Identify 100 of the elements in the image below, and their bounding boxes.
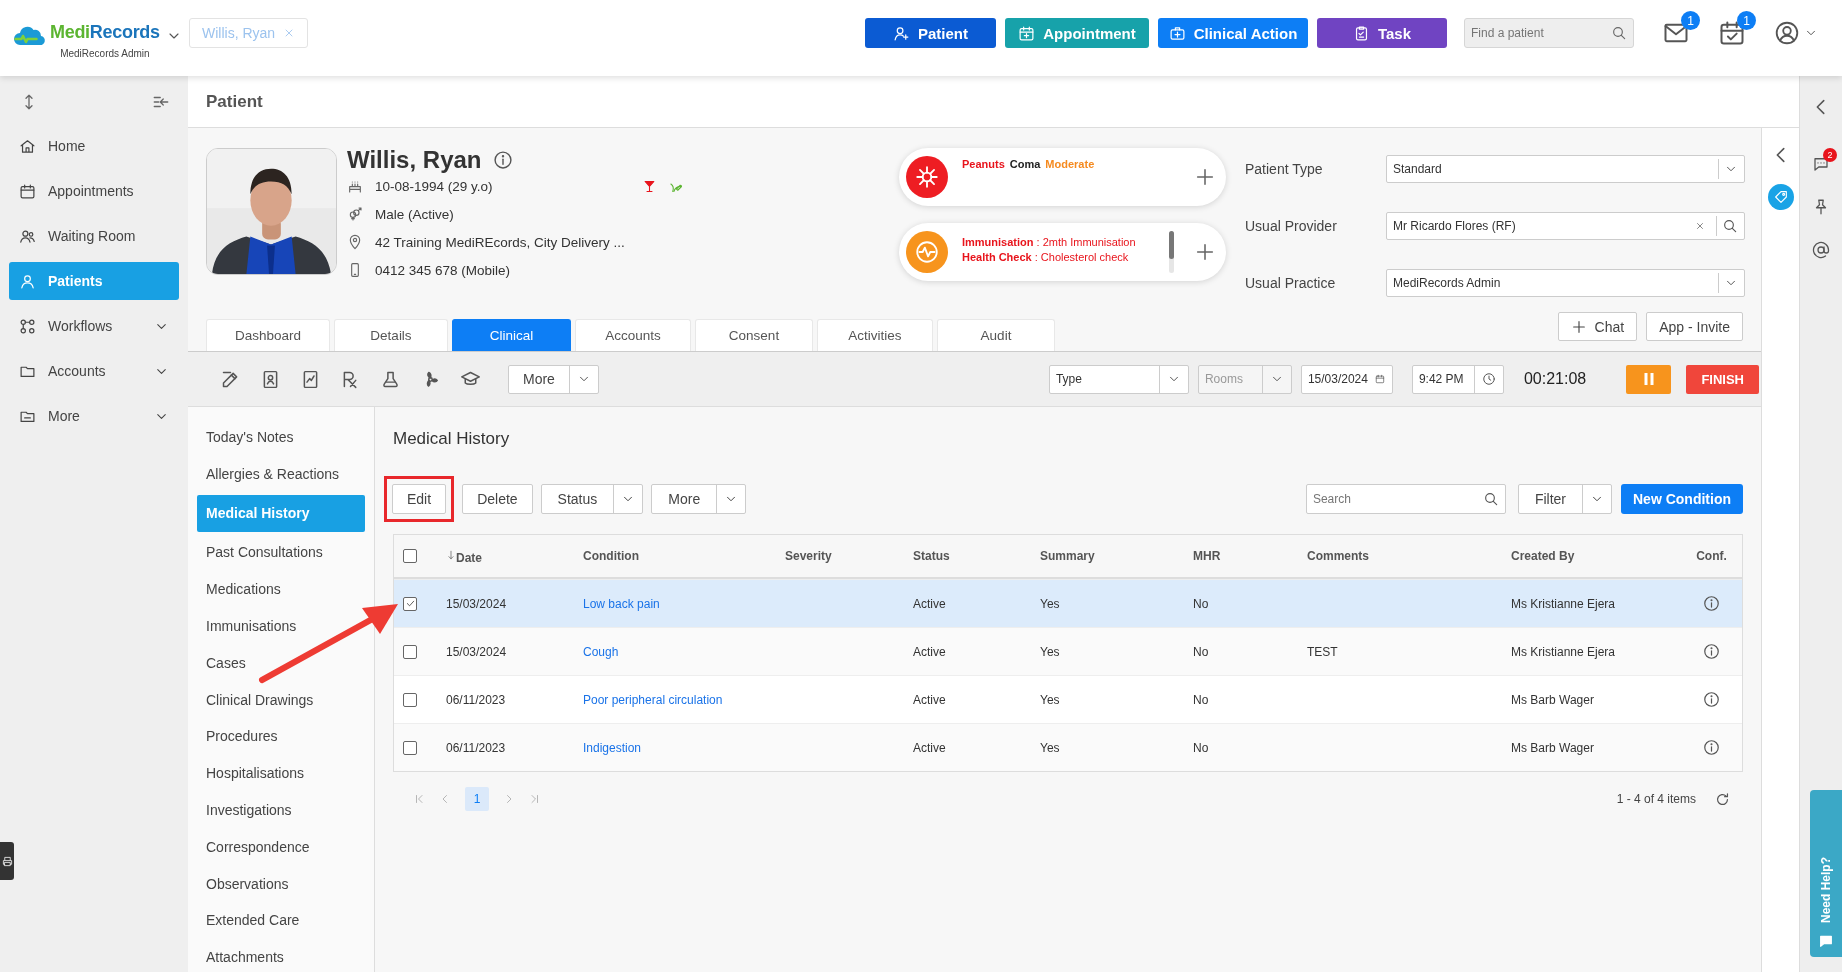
mention-icon[interactable] — [1812, 241, 1830, 259]
delete-button[interactable]: Delete — [462, 483, 533, 514]
date-field[interactable]: 15/03/2024 — [1300, 364, 1393, 394]
column-header[interactable]: Summary — [1040, 549, 1095, 563]
clinical-menu-item[interactable]: Allergies & Reactions — [197, 457, 365, 490]
checkbox[interactable] — [403, 740, 417, 755]
clinical-menu-item[interactable]: Attachments — [197, 941, 365, 972]
column-header[interactable]: Date — [446, 547, 482, 565]
action-button[interactable]: Patient — [865, 18, 996, 48]
column-header[interactable]: Comments — [1307, 549, 1369, 563]
search-icon — [1482, 490, 1499, 507]
clinical-menu-item[interactable]: Observations — [197, 867, 365, 900]
side-tab[interactable] — [0, 842, 14, 880]
table-cell: 15/03/2024 — [446, 644, 507, 659]
add-icon[interactable] — [1194, 166, 1216, 188]
patient-name: Willis, Ryan — [347, 146, 482, 174]
table-row[interactable]: 15/03/2024 Cough Active Yes No TEST Ms Kristianne Ejera — [394, 627, 1742, 675]
info-icon[interactable] — [1703, 691, 1720, 708]
info-icon[interactable] — [493, 150, 514, 170]
table-row[interactable]: 06/11/2023 Indigestion Active Yes No Ms Barb Wager — [394, 723, 1742, 771]
sidebar-item[interactable]: Workflows — [9, 307, 179, 345]
info-icon[interactable] — [1703, 739, 1720, 756]
clinical-menu-item[interactable]: Past Consultations — [197, 536, 365, 569]
chat-icon[interactable] — [1812, 155, 1830, 173]
clinical-menu-item[interactable]: Extended Care — [197, 904, 365, 937]
new-condition-button[interactable]: New Condition — [1621, 483, 1743, 514]
column-header[interactable]: Conf. — [1696, 549, 1727, 563]
table-cell[interactable]: Indigestion — [583, 740, 642, 755]
action-button[interactable]: Task — [1317, 18, 1447, 48]
invite-button[interactable]: App - Invite — [1646, 312, 1743, 341]
edit-button[interactable]: Edit — [392, 483, 447, 514]
more-dropdown[interactable]: More — [508, 364, 599, 394]
sidebar-item[interactable]: Appointments — [9, 172, 179, 210]
select-field[interactable]: Standard — [1386, 155, 1745, 183]
scrollbar[interactable] — [1169, 231, 1174, 273]
tab[interactable]: Dashboard — [206, 319, 330, 351]
clinical-menu-item[interactable]: Cases — [197, 646, 365, 679]
type-select[interactable]: Type — [1048, 364, 1189, 394]
date-of-birth: 10-08-1994 (29 y.o) — [375, 178, 493, 194]
info-icon[interactable] — [1703, 595, 1720, 612]
refresh-icon[interactable] — [1714, 790, 1731, 808]
finish-button[interactable]: FINISH — [1686, 364, 1760, 394]
action-button[interactable]: Clinical Action — [1158, 18, 1308, 48]
select-field[interactable]: MediRecords Admin — [1386, 269, 1745, 297]
clinical-menu-item[interactable]: Clinical Drawings — [197, 683, 365, 716]
tab[interactable]: Activities — [817, 319, 933, 351]
section-title: Medical History — [393, 427, 511, 450]
home-icon — [19, 137, 36, 155]
clinical-menu-item[interactable]: Today's Notes — [197, 421, 365, 453]
pulse-icon — [914, 239, 940, 265]
tab[interactable]: Audit — [937, 319, 1055, 351]
add-icon[interactable] — [1194, 241, 1216, 263]
calendar-icon[interactable] — [1718, 19, 1746, 47]
sidebar-item[interactable]: Home — [9, 127, 179, 165]
clinical-menu-item[interactable]: Hospitalisations — [197, 757, 365, 790]
practice-name: MediRecords Admin — [60, 47, 150, 59]
table-cell: No — [1193, 692, 1209, 707]
column-header[interactable]: Condition — [583, 549, 639, 563]
tag-button[interactable] — [1767, 184, 1794, 210]
table-cell[interactable]: Low back pain — [583, 596, 660, 611]
reminder-text: Health Check : Cholesterol check — [962, 251, 1130, 263]
sidebar-item[interactable]: Waiting Room — [9, 217, 179, 255]
filter-dropdown[interactable]: Filter — [1517, 483, 1612, 514]
column-header[interactable]: Created By — [1511, 549, 1575, 563]
search-icon[interactable] — [1722, 218, 1738, 234]
clinical-menu-item[interactable]: Correspondence — [197, 830, 365, 863]
time-field[interactable]: 9:42 PM — [1411, 364, 1504, 394]
dropdown-button[interactable]: Status — [540, 483, 644, 514]
search-field[interactable]: Search — [1305, 483, 1506, 514]
table-cell: Active — [913, 644, 946, 659]
clinical-menu-item[interactable]: Procedures — [197, 720, 365, 753]
lookup-field[interactable]: Mr Ricardo Flores (RF) — [1386, 212, 1745, 240]
user-account-icon[interactable] — [1774, 20, 1800, 46]
clinical-menu-item[interactable]: Investigations — [197, 793, 365, 826]
tab[interactable]: Accounts — [575, 319, 691, 351]
chat-button[interactable]: Chat — [1557, 312, 1638, 341]
checkbox[interactable] — [403, 596, 417, 611]
table-row[interactable]: 15/03/2024 Low back pain Active Yes No Ms Kristianne Ejera — [394, 579, 1742, 627]
tab[interactable]: Details — [334, 319, 448, 351]
column-header[interactable]: MHR — [1193, 549, 1221, 563]
info-icon[interactable] — [1703, 643, 1720, 660]
tab[interactable]: Clinical — [452, 319, 571, 351]
user-icon — [19, 272, 36, 290]
clear-icon[interactable] — [1695, 221, 1705, 231]
notification-badge: 1 — [1737, 11, 1756, 30]
clinical-menu-item[interactable]: Medications — [197, 573, 365, 606]
birthday-cake-icon — [347, 178, 363, 194]
sidebar-item[interactable]: More — [9, 397, 179, 435]
checkbox[interactable] — [403, 644, 417, 659]
sidebar-item[interactable]: Accounts — [9, 352, 179, 390]
patient-search-field[interactable]: Find a patient — [1464, 18, 1634, 48]
column-header[interactable]: Severity — [785, 549, 832, 563]
tab[interactable]: Consent — [695, 319, 813, 351]
checkbox[interactable] — [403, 692, 417, 707]
column-header[interactable]: Status — [913, 549, 950, 563]
dropdown-button[interactable]: More — [651, 483, 747, 514]
checkbox[interactable] — [403, 549, 417, 563]
clinical-menu-item[interactable]: Immunisations — [197, 610, 365, 642]
table-cell[interactable]: Cough — [583, 644, 619, 659]
table-cell[interactable]: Poor peripheral circulation — [583, 692, 723, 707]
